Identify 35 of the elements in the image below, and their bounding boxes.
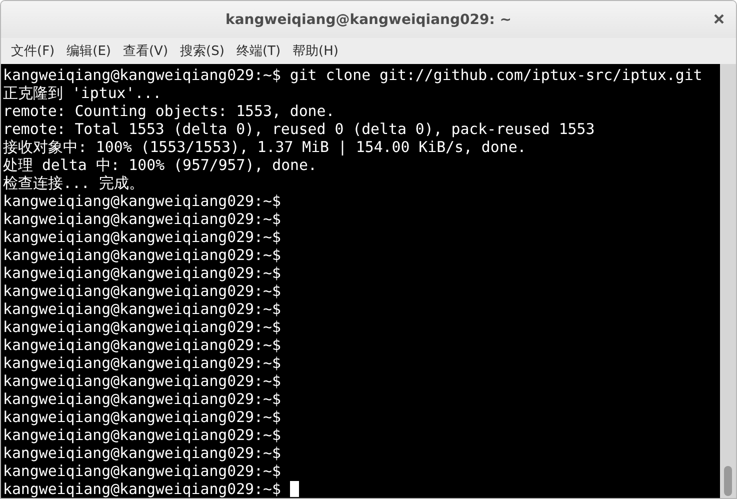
terminal-line: 检查连接... 完成。 — [3, 174, 144, 192]
terminal-line: kangweiqiang@kangweiqiang029:~$ — [3, 372, 281, 390]
menu-item[interactable]: 编辑(E) — [60, 42, 117, 60]
terminal-line: kangweiqiang@kangweiqiang029:~$ git clone git://github.com/iptux-src/iptux.git — [3, 66, 702, 84]
terminal-line: kangweiqiang@kangweiqiang029:~$ — [3, 210, 281, 228]
terminal-screen[interactable] — [1, 64, 720, 498]
scrollbar[interactable] — [720, 64, 736, 498]
terminal-line: kangweiqiang@kangweiqiang029:~$ — [3, 318, 281, 336]
terminal-line: kangweiqiang@kangweiqiang029:~$ — [3, 354, 281, 372]
terminal-line: kangweiqiang@kangweiqiang029:~$ — [3, 480, 281, 498]
menu-item[interactable]: 文件(F) — [5, 42, 61, 60]
terminal-line: kangweiqiang@kangweiqiang029:~$ — [3, 192, 281, 210]
terminal-line: kangweiqiang@kangweiqiang029:~$ — [3, 444, 281, 462]
menu-item[interactable]: 搜索(S) — [174, 42, 230, 60]
terminal-line: kangweiqiang@kangweiqiang029:~$ — [3, 246, 281, 264]
menu-item[interactable]: 帮助(H) — [286, 42, 344, 60]
terminal-line: remote: Counting objects: 1553, done. — [3, 102, 335, 120]
terminal-line: kangweiqiang@kangweiqiang029:~$ — [3, 390, 281, 408]
terminal-line: kangweiqiang@kangweiqiang029:~$ — [3, 426, 281, 444]
menu-item[interactable]: 终端(T) — [230, 42, 287, 60]
scrollbar-thumb[interactable] — [724, 466, 732, 496]
terminal-line: kangweiqiang@kangweiqiang029:~$ — [3, 228, 281, 246]
menu-item[interactable]: 查看(V) — [116, 42, 174, 60]
terminal-line: kangweiqiang@kangweiqiang029:~$ — [3, 336, 281, 354]
terminal-line: kangweiqiang@kangweiqiang029:~$ — [3, 408, 281, 426]
terminal-line: kangweiqiang@kangweiqiang029:~$ — [3, 282, 281, 300]
terminal-line: kangweiqiang@kangweiqiang029:~$ — [3, 300, 281, 318]
terminal-line: remote: Total 1553 (delta 0), reused 0 (delta 0), pack-reused 1553 — [3, 120, 595, 138]
terminal-line: kangweiqiang@kangweiqiang029:~$ — [3, 462, 281, 480]
terminal-line: 处理 delta 中: 100% (957/957), done. — [3, 156, 317, 174]
terminal-line: 正克隆到 'iptux'... — [3, 84, 162, 102]
window-title: kangweiqiang@kangweiqiang029: ~ — [226, 12, 512, 28]
terminal-line: 接收对象中: 100% (1553/1553), 1.37 MiB | 154.00 KiB/s, done. — [3, 138, 526, 156]
close-icon[interactable] — [714, 14, 724, 24]
terminal-line: kangweiqiang@kangweiqiang029:~$ — [3, 264, 281, 282]
